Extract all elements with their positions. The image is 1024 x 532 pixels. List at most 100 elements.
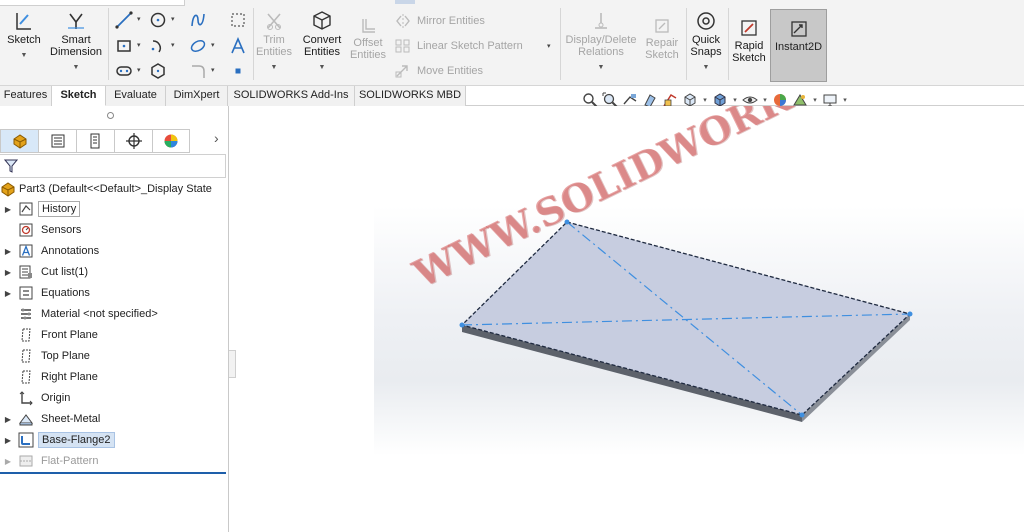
smart-dimension-button[interactable]: Smart Dimension ▼ [48,10,104,74]
chevron-down-icon[interactable]: ▼ [563,62,639,74]
tree-item-cut-list[interactable]: ▶ Cut list(1) [0,262,91,282]
tab-solidworks-add-ins[interactable]: SOLIDWORKS Add-Ins [228,86,355,106]
circle-tool-button[interactable] [146,10,170,30]
smart-dimension-label-1: Smart [61,34,91,46]
chevron-right-icon[interactable]: ▶ [0,457,16,466]
mirror-entities-button[interactable]: Mirror Entities [394,13,485,29]
sketch-point[interactable] [907,311,913,317]
command-manager-ribbon: Sketch ▼ Smart Dimension ▼ ▾ ▾ ▾ ▾ ▾ ▾ ▾… [0,0,1024,86]
repair-sketch-button[interactable]: Repair Sketch [642,17,682,61]
chevron-down-icon[interactable]: ▼ [48,62,104,74]
chevron-down-icon[interactable]: ▾ [700,96,710,104]
chevron-right-icon[interactable]: ▶ [0,436,16,445]
quick-snaps-button[interactable]: Quick Snaps ▼ [688,10,724,74]
tree-item-front-plane[interactable]: Front Plane [0,325,101,345]
tree-item-base-flange2[interactable]: ▶ Base-Flange2 [0,430,115,450]
chevron-right-icon[interactable]: ▶ [0,415,16,424]
trim-label-2: Entities [255,46,293,58]
display-delete-label-1: Display/Delete [565,34,637,46]
move-entities-button[interactable]: Move Entities [394,63,483,79]
chevron-right-icon[interactable]: ▶ [0,268,16,277]
chevron-right-icon[interactable]: ▶ [0,289,16,298]
tree-item-flat-pattern[interactable]: ▶ Flat-Pattern [0,451,101,471]
chevron-down-icon[interactable]: ▼ [300,62,344,74]
display-delete-relations-button[interactable]: Display/Delete Relations ▼ [563,10,639,74]
tab-dimxpert-manager[interactable] [114,129,152,153]
chevron-down-icon[interactable]: ▾ [730,96,740,104]
chevron-down-icon[interactable]: ▾ [137,15,141,23]
polygon-tool-button[interactable] [146,61,170,81]
ribbon-separator [686,8,687,80]
chevron-down-icon[interactable]: ▾ [137,66,141,74]
tab-configuration-manager[interactable] [76,129,114,153]
point-tool-button[interactable] [226,61,250,81]
rapid-sketch-button[interactable]: Rapid Sketch [730,18,768,64]
chevron-down-icon[interactable]: ▾ [171,15,175,23]
offset-entities-button[interactable]: Offset Entities [348,17,388,61]
chevron-down-icon[interactable]: ▾ [171,41,175,49]
trim-entities-button[interactable]: Trim Entities ▼ [254,10,294,74]
display-delete-label-2: Relations [578,46,624,58]
sketch-button[interactable]: Sketch ▼ [4,10,44,62]
tab-feature-manager[interactable] [0,129,38,153]
tab-property-manager[interactable] [38,129,76,153]
manager-tabs [0,126,229,154]
part-root-node[interactable]: Part3 (Default<<Default>_Display State [0,180,212,198]
tree-item-history[interactable]: ▶ History [0,199,81,219]
rectangle-tool-button[interactable] [112,36,136,56]
graphics-area[interactable]: WWW.SOLIDWORKSTUTORIALSFORBEGINNERS.COM [236,106,1024,532]
instant2d-button[interactable]: Instant2D [770,9,827,82]
sketch-point[interactable] [799,412,805,418]
line-tool-button[interactable] [112,10,136,30]
tab-evaluate[interactable]: Evaluate [106,86,166,106]
ellipse-icon [190,40,206,52]
tab-solidworks-mbd[interactable]: SOLIDWORKS MBD [355,86,466,106]
tree-item-sensors[interactable]: Sensors [0,220,84,240]
spline-tool-button[interactable] [186,10,210,30]
sketch-point[interactable] [459,322,465,328]
tree-item-sheet-metal[interactable]: ▶ Sheet-Metal [0,409,103,429]
panel-collapse-handle[interactable] [229,350,236,378]
chevron-down-icon[interactable]: ▼ [4,50,44,62]
point-icon [235,68,241,74]
chevron-down-icon[interactable]: ▾ [211,41,215,49]
tree-item-label: Sensors [41,224,82,236]
convert-entities-button[interactable]: Convert Entities ▼ [300,10,344,74]
chevron-down-icon[interactable]: ▾ [547,42,551,50]
chevron-right-icon[interactable]: ▶ [0,247,16,256]
tree-item-equations[interactable]: ▶ Equations [0,283,93,303]
tree-item-annotations[interactable]: ▶ Annotations [0,241,102,261]
chevron-down-icon[interactable]: ▾ [840,96,850,104]
tab-sketch[interactable]: Sketch [52,86,106,106]
chevron-right-icon[interactable]: › [214,130,219,146]
chevron-down-icon[interactable]: ▾ [810,96,820,104]
panel-grip[interactable] [0,106,229,126]
slot-tool-button[interactable] [112,61,136,81]
tree-item-right-plane[interactable]: Right Plane [0,367,101,387]
feature-manager-panel: › Part3 (Default<<Default>_Display State… [0,106,229,532]
tree-item-label: Sheet-Metal [41,413,101,425]
chevron-down-icon[interactable]: ▾ [211,66,215,74]
tab-features[interactable]: Features [0,86,52,106]
chevron-down-icon[interactable]: ▾ [137,41,141,49]
tree-item-material[interactable]: Material <not specified> [0,304,161,324]
smart-dimension-label-2: Dimension [50,46,102,58]
chevron-down-icon[interactable]: ▼ [688,62,724,74]
arc-tool-button[interactable] [146,36,170,56]
ellipse-tool-button[interactable] [186,36,210,56]
tree-item-top-plane[interactable]: Top Plane [0,346,93,366]
tree-filter-bar[interactable] [0,154,226,178]
chevron-down-icon[interactable]: ▾ [760,96,770,104]
tab-dimxpert[interactable]: DimXpert [166,86,228,106]
tree-item-label: Right Plane [41,371,98,383]
linear-sketch-pattern-button[interactable]: Linear Sketch Pattern [394,38,523,54]
ribbon-separator [560,8,561,80]
text-tool-button[interactable] [226,36,250,56]
tab-display-manager[interactable] [152,129,190,153]
rollback-bar[interactable] [0,472,226,474]
chevron-down-icon[interactable]: ▼ [254,62,294,74]
fillet-tool-button[interactable] [186,61,210,81]
construction-geometry-button[interactable] [226,10,250,30]
chevron-right-icon[interactable]: ▶ [0,205,16,214]
tree-item-origin[interactable]: Origin [0,388,73,408]
